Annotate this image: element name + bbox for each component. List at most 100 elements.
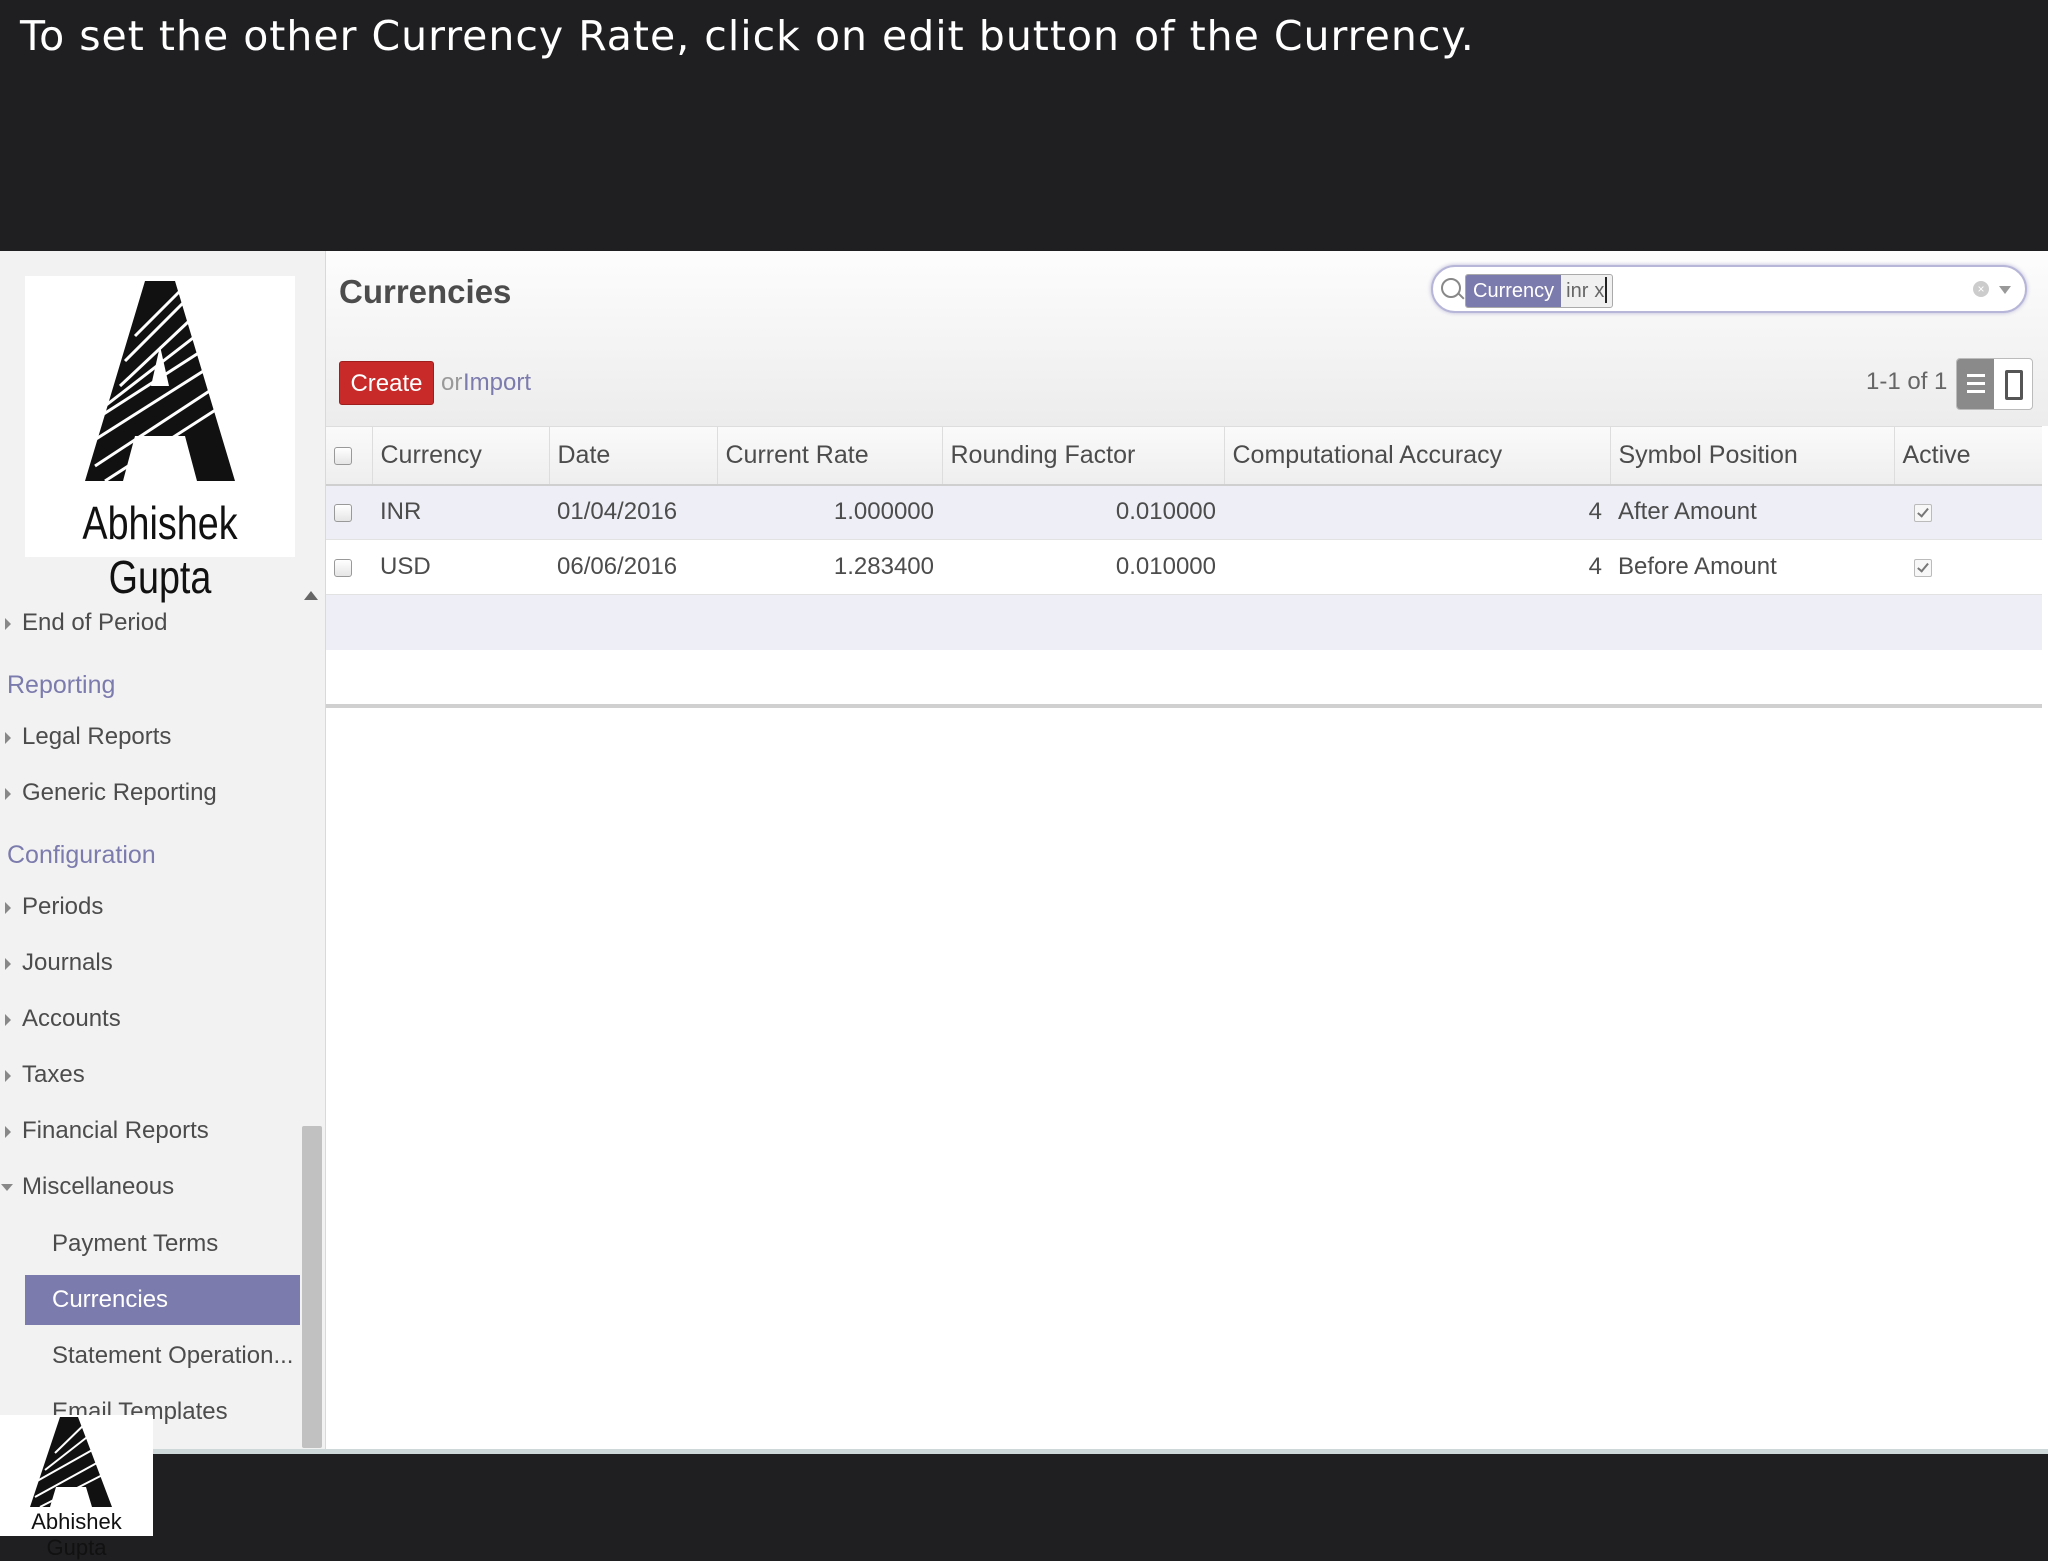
caret-right-icon <box>5 732 11 744</box>
row-checkbox[interactable] <box>334 503 352 522</box>
app-bottom-border <box>0 1449 2048 1454</box>
cell-rounding-factor: 0.010000 <box>942 484 1224 540</box>
sidebar: Abhishek Gupta End of Period Reporting L… <box>0 251 326 1454</box>
table-row[interactable]: INR 01/04/2016 1.000000 0.010000 4 After… <box>326 484 2042 540</box>
cell-date: 01/04/2016 <box>549 484 717 540</box>
caret-right-icon <box>5 618 11 630</box>
sidebar-item-label: Financial Reports <box>22 1117 209 1144</box>
company-logo: Abhishek Gupta <box>25 276 295 603</box>
cell-computational-accuracy: 4 <box>1224 539 1610 595</box>
table-header-row: Currency Date Current Rate Rounding Fact… <box>326 426 2042 486</box>
column-header-active[interactable]: Active <box>1893 426 2042 486</box>
list-view-icon <box>1967 374 1985 394</box>
empty-row <box>326 649 2042 705</box>
sidebar-item-generic-reporting[interactable]: Generic Reporting <box>0 773 300 813</box>
sidebar-item-label: Periods <box>22 893 104 920</box>
cell-active <box>1894 539 2042 595</box>
empty-row <box>326 594 2042 650</box>
view-switcher <box>1956 358 2033 410</box>
cell-currency: USD <box>372 539 549 595</box>
watermark-logo: Abhishek Gupta <box>0 1415 153 1560</box>
select-all-cell <box>326 426 372 486</box>
search-options-dropdown-icon[interactable] <box>1999 286 2011 294</box>
sidebar-item-label: Generic Reporting <box>22 779 217 806</box>
search-facet[interactable]: Currency inr x <box>1465 274 1614 308</box>
sidebar-item-accounts[interactable]: Accounts <box>0 999 300 1039</box>
search-icon[interactable] <box>1441 278 1461 298</box>
facet-category: Currency <box>1466 275 1562 307</box>
cell-computational-accuracy: 4 <box>1224 484 1610 540</box>
cell-rounding-factor: 0.010000 <box>942 539 1224 595</box>
sidebar-item-label: Miscellaneous <box>22 1173 175 1200</box>
sidebar-item-label: Accounts <box>22 1005 121 1032</box>
sidebar-section-configuration: Configuration <box>7 841 156 869</box>
cell-symbol-position: Before Amount <box>1610 539 1894 595</box>
page-title: Currencies <box>339 273 512 310</box>
caret-right-icon <box>5 902 11 914</box>
import-link[interactable]: Import <box>463 369 531 397</box>
facet-value-text: inr <box>1566 280 1589 302</box>
cell-current-rate: 1.283400 <box>717 539 942 595</box>
sidebar-item-end-of-period[interactable]: End of Period <box>0 603 300 643</box>
sidebar-item-periods[interactable]: Periods <box>0 887 300 927</box>
sidebar-item-label: Journals <box>22 949 113 976</box>
form-view-icon <box>2005 370 2023 400</box>
sidebar-item-label: Taxes <box>22 1061 85 1088</box>
caret-down-icon <box>1 1184 13 1191</box>
or-label: or <box>441 369 463 396</box>
clear-search-icon[interactable]: × <box>1973 281 1989 297</box>
row-select-cell <box>326 539 372 595</box>
column-header-date[interactable]: Date <box>548 426 717 486</box>
logo-text: Abhishek Gupta <box>82 497 238 603</box>
search-input[interactable]: Currency inr x × <box>1431 265 2027 313</box>
sidebar-item-financial-reports[interactable]: Financial Reports <box>0 1111 300 1151</box>
watermark-a-icon <box>29 1416 119 1508</box>
sidebar-item-miscellaneous[interactable]: Miscellaneous <box>0 1167 300 1207</box>
cell-date: 06/06/2016 <box>549 539 717 595</box>
column-header-currency[interactable]: Currency <box>371 426 549 486</box>
sidebar-item-taxes[interactable]: Taxes <box>0 1055 300 1095</box>
row-checkbox[interactable] <box>334 558 352 577</box>
caret-right-icon <box>5 1014 11 1026</box>
column-header-symbol-position[interactable]: Symbol Position <box>1609 426 1894 486</box>
select-all-checkbox[interactable] <box>334 447 352 466</box>
row-select-cell <box>326 484 372 540</box>
instruction-caption: To set the other Currency Rate, click on… <box>0 0 2048 251</box>
table-row[interactable]: USD 06/06/2016 1.283400 0.010000 4 Befor… <box>326 539 2042 595</box>
odoo-app: Abhishek Gupta End of Period Reporting L… <box>0 251 2048 1454</box>
pager-value[interactable]: 1-1 of 1 <box>1866 368 1947 396</box>
scroll-up-icon[interactable] <box>304 591 318 600</box>
list-view-button[interactable] <box>1957 359 1994 409</box>
sidebar-scrollbar[interactable] <box>302 1126 322 1448</box>
column-header-rounding-factor[interactable]: Rounding Factor <box>941 426 1224 486</box>
facet-remove-icon[interactable]: x <box>1594 280 1604 302</box>
watermark-text: Abhishek Gupta <box>31 1509 122 1560</box>
cell-symbol-position: After Amount <box>1610 484 1894 540</box>
sidebar-item-statement-operation[interactable]: Statement Operation... <box>25 1331 300 1381</box>
sidebar-item-label: Legal Reports <box>22 723 172 750</box>
table-footer-divider <box>326 704 2042 708</box>
caret-right-icon <box>5 958 11 970</box>
sidebar-item-journals[interactable]: Journals <box>0 943 300 983</box>
column-header-current-rate[interactable]: Current Rate <box>716 426 942 486</box>
cell-current-rate: 1.000000 <box>717 484 942 540</box>
sidebar-item-currencies[interactable]: Currencies <box>25 1275 300 1325</box>
sidebar-item-label: End of Period <box>22 609 168 636</box>
caret-right-icon <box>5 1126 11 1138</box>
column-header-computational-accuracy[interactable]: Computational Accuracy <box>1223 426 1610 486</box>
active-checkbox-checked <box>1914 558 1932 577</box>
caret-right-icon <box>5 1070 11 1082</box>
logo-a-icon <box>84 279 246 483</box>
main-content: Currencies Currency inr x × Create or Imp… <box>326 251 2048 1454</box>
currencies-table: Currency Date Current Rate Rounding Fact… <box>326 426 2042 705</box>
form-view-button[interactable] <box>1994 359 2031 409</box>
sidebar-item-payment-terms[interactable]: Payment Terms <box>25 1219 300 1269</box>
sidebar-section-reporting: Reporting <box>7 671 116 699</box>
active-checkbox-checked <box>1914 503 1932 522</box>
cell-active <box>1894 484 2042 540</box>
control-panel: Currencies Currency inr x × Create or Imp… <box>326 251 2048 426</box>
create-button[interactable]: Create <box>339 361 434 405</box>
cell-currency: INR <box>372 484 549 540</box>
caret-right-icon <box>5 788 11 800</box>
sidebar-item-legal-reports[interactable]: Legal Reports <box>0 717 300 757</box>
